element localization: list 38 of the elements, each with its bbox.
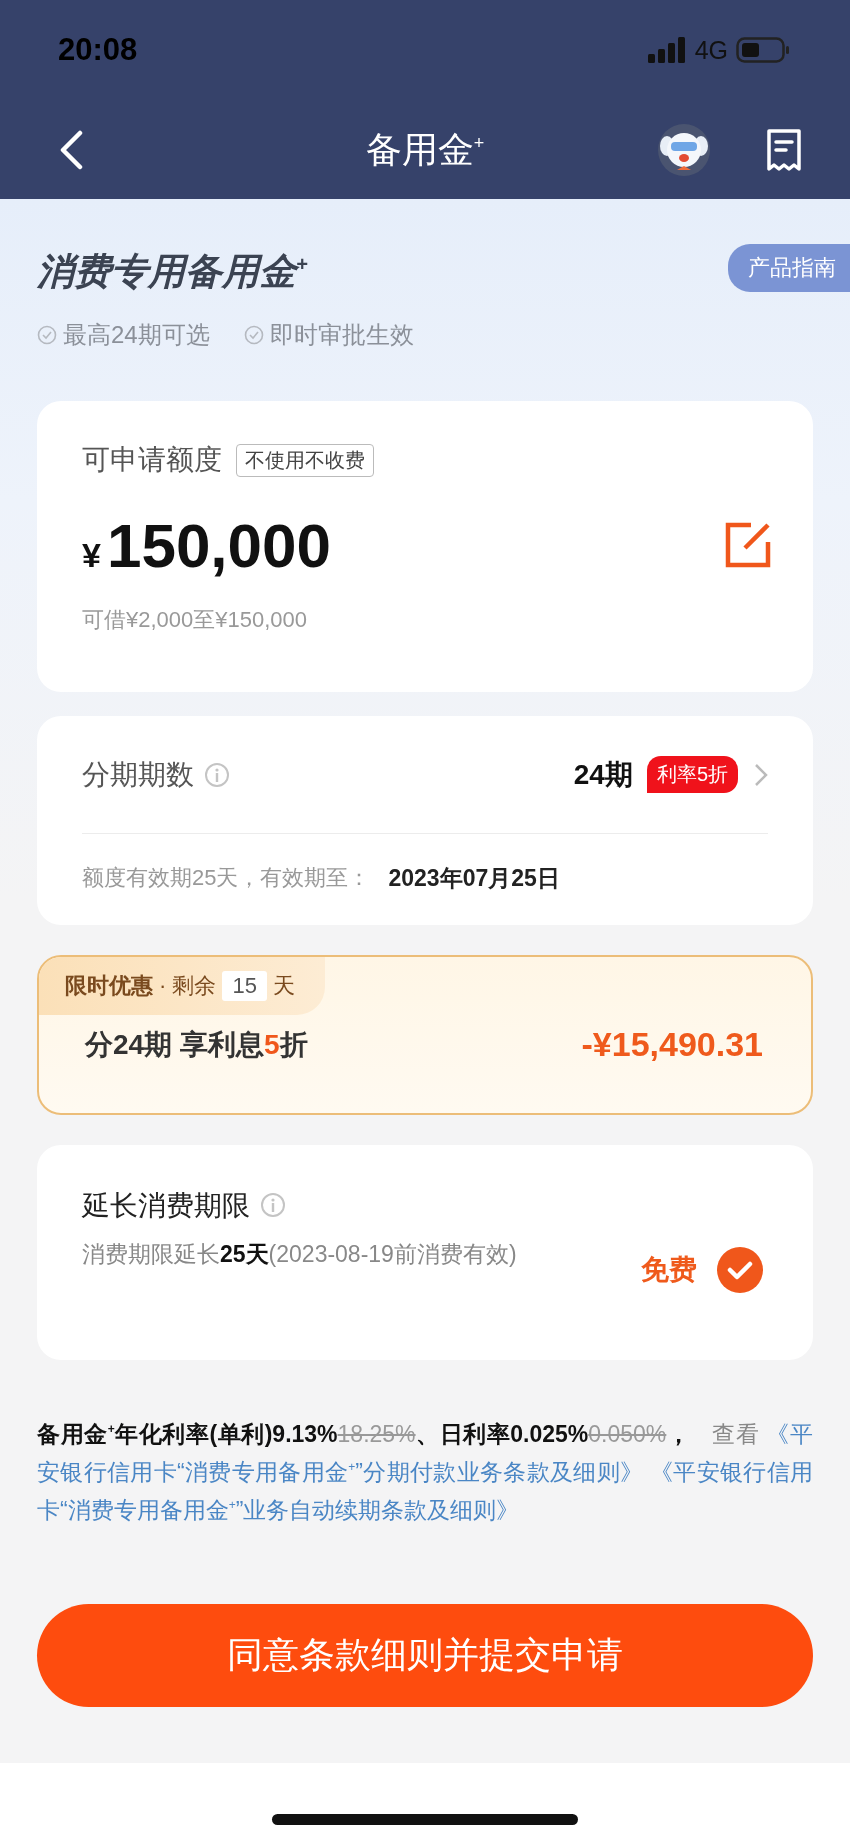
back-icon[interactable] <box>58 129 84 170</box>
days-unit: 天 <box>272 972 295 1001</box>
guide-button[interactable]: 产品指南 <box>728 244 850 293</box>
extension-title: 延长消费期限 <box>82 1190 250 1222</box>
rate-badge: 利率5折 <box>646 756 738 794</box>
check-circle-icon <box>243 325 264 346</box>
quota-label: 可申请额度 <box>82 443 222 478</box>
days-count: 15 <box>222 971 267 1002</box>
check-circle-icon <box>37 325 57 346</box>
terms-paragraph: 备用金$^{+}$年化利率(单利)9.13%18.25%、日利率0.025%0.050%， 查看 《平安银行信用卡“消费专用备用金$^{+}$”分期付款业务条款及细则》 《平安银行信用卡“消费专用备用金$^{+}$”业务自动续期条款及细则》 <box>37 1420 813 1526</box>
checkbox[interactable] <box>717 1247 763 1294</box>
feature-label: 即时审批生效 <box>269 320 414 351</box>
validity-label: 额度有效期25天，有效期至： <box>82 864 371 893</box>
saving-amount: -¥15,490.31 <box>581 1025 763 1065</box>
chevron-right-icon[interactable] <box>754 762 768 787</box>
installment-value[interactable]: 24期 <box>573 755 633 794</box>
quota-range: 可借¥2,000至¥150,000 <box>82 606 309 635</box>
promo-tag-label: 限时优惠 <box>65 972 153 1001</box>
feature-label: 最高24期可选 <box>63 320 210 351</box>
remaining-label: · 剩余 <box>159 972 217 1001</box>
battery-icon <box>736 37 790 63</box>
status-time: 20:08 <box>58 32 138 68</box>
validity-date: 2023年07月25日 <box>388 863 560 893</box>
promo-title: 分24期 享利息5折 <box>85 1027 308 1062</box>
signal-icon <box>646 37 687 63</box>
currency-symbol: ¥ <box>82 535 101 574</box>
price-label: 免费 <box>641 1253 697 1288</box>
installment-label: 分期期数 <box>82 757 194 792</box>
edit-icon[interactable] <box>725 522 771 569</box>
receipt-icon[interactable] <box>766 127 802 172</box>
product-title: 消费专用备用金$^{+}$ <box>37 250 308 295</box>
quota-amount: 150,000 <box>106 510 332 580</box>
submit-button[interactable]: 同意条款细则并提交申请 <box>37 1604 813 1708</box>
mascot-avatar-icon[interactable] <box>658 123 710 176</box>
page-title: 备用金$^{+}$ <box>365 128 485 172</box>
fee-tag: 不使用不收费 <box>236 443 374 477</box>
network-label: 4G <box>694 35 728 65</box>
extension-description: 消费期限延长25天(2023-08-19前消费有效) <box>82 1240 518 1270</box>
